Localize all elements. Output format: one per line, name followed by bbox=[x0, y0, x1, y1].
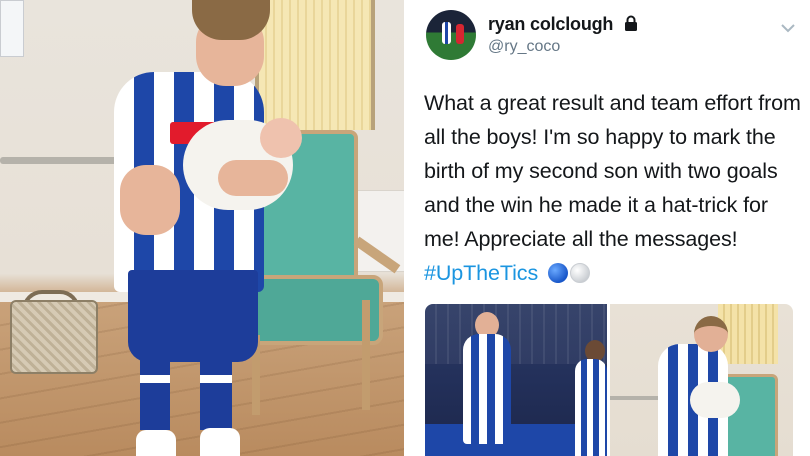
display-name[interactable]: ryan colclough bbox=[488, 14, 613, 34]
player-figure bbox=[108, 0, 302, 456]
teammate-player bbox=[575, 359, 607, 456]
boot bbox=[136, 430, 176, 456]
lock-icon bbox=[624, 15, 638, 36]
celebrating-player bbox=[463, 334, 511, 444]
player-arm bbox=[120, 165, 180, 235]
avatar-opponent bbox=[456, 24, 464, 44]
white-circle-icon bbox=[569, 263, 590, 283]
avatar-player bbox=[442, 22, 451, 44]
changing-bag bbox=[10, 300, 98, 374]
chevron-down-icon[interactable] bbox=[780, 20, 796, 38]
tweet-media-celebration[interactable] bbox=[425, 304, 607, 456]
avatar[interactable] bbox=[426, 10, 476, 60]
player-with-baby-photo bbox=[0, 0, 404, 456]
display-name-row[interactable]: ryan colclough bbox=[488, 14, 638, 36]
user-handle[interactable]: @ry_coco bbox=[488, 38, 560, 56]
tweet-text: What a great result and team effort from… bbox=[424, 86, 802, 290]
tweet-body: What a great result and team effort from… bbox=[424, 91, 801, 251]
tweet-card: ryan colclough @ry_coco What a great res… bbox=[408, 0, 810, 456]
tweet-media-baby-photo[interactable] bbox=[610, 304, 793, 456]
wall-handrail bbox=[610, 396, 660, 400]
boot bbox=[200, 428, 240, 456]
hashtag-link[interactable]: #UpTheTics bbox=[424, 261, 538, 285]
player-arm bbox=[218, 160, 288, 196]
player-head bbox=[694, 316, 728, 352]
sock-stripes bbox=[140, 375, 232, 383]
blue-circle-icon bbox=[547, 263, 568, 283]
blue-shorts bbox=[128, 270, 258, 362]
baby-head bbox=[260, 118, 302, 158]
wall-notice bbox=[0, 0, 24, 57]
newborn-baby bbox=[690, 382, 740, 418]
socks bbox=[140, 360, 250, 430]
chair-leg bbox=[362, 300, 370, 410]
stadium-stands bbox=[425, 304, 607, 364]
